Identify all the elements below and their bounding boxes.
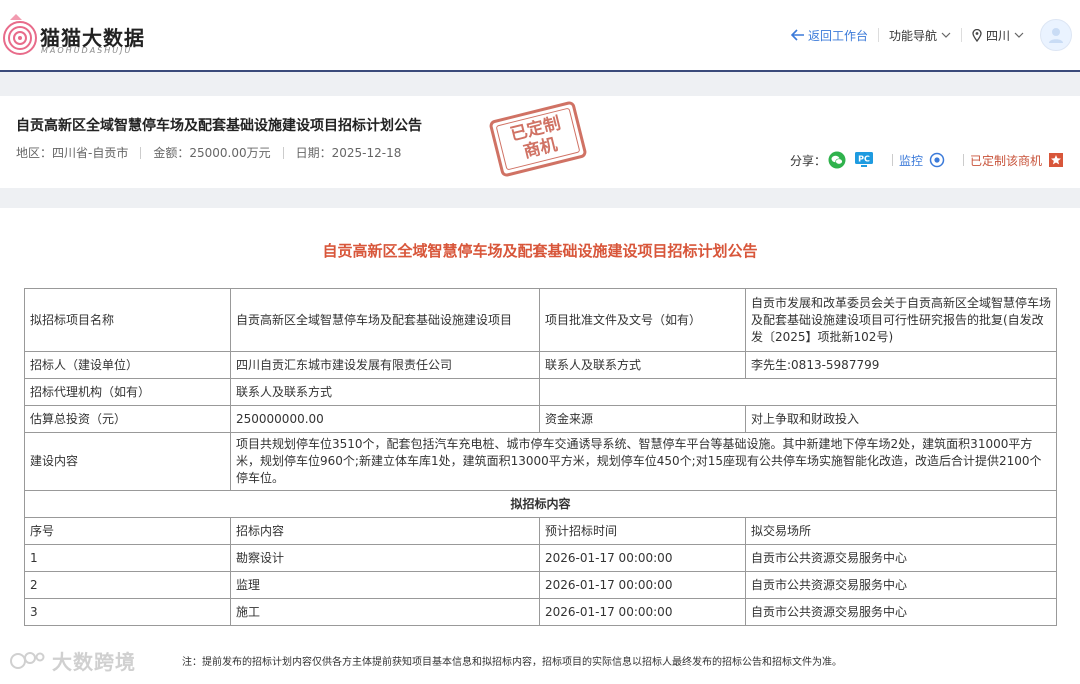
watermark: 大数跨境 <box>10 646 136 675</box>
stamp-line-1: 已定制 <box>508 113 563 146</box>
brand-logo-icon <box>3 14 37 55</box>
meta-divider <box>282 146 284 159</box>
approval-value: 自贡市发展和改革委员会关于自贡高新区全域智慧停车场及配套基础设施建设项目可行性研… <box>745 288 1057 352</box>
meta-divider <box>140 146 142 159</box>
action-divider <box>891 154 893 166</box>
column-header-place: 拟交易场所 <box>745 517 1057 545</box>
table-row: 拟招标项目名称 自贡高新区全域智慧停车场及配套基础设施建设项目 项目批准文件及文… <box>24 288 1057 352</box>
tenderer-label: 招标人（建设单位） <box>24 351 231 379</box>
table-row: 3 施工 2026-01-17 00:00:00 自贡市公共资源交易服务中心 <box>24 598 1057 626</box>
disclaimer-note: 注：提前发布的招标计划内容仅供各方主体提前获知项目基本信息和拟招标内容，招标项目… <box>182 657 842 668</box>
table-header-row: 序号 招标内容 预计招标时间 拟交易场所 <box>24 517 1057 545</box>
chevron-down-icon <box>1014 32 1024 38</box>
column-header-no: 序号 <box>24 517 231 545</box>
item-no: 3 <box>24 598 231 626</box>
back-arrow-icon <box>790 29 804 41</box>
back-to-workbench-link[interactable]: 返回工作台 <box>781 27 878 44</box>
customized-opportunity-label: 已定制该商机 <box>969 153 1042 168</box>
item-content: 监理 <box>230 571 540 599</box>
table-row: 招标人（建设单位） 四川自贡汇东城市建设发展有限责任公司 联系人及联系方式 李先… <box>24 351 1057 379</box>
wechat-share-icon[interactable] <box>828 151 846 169</box>
table-row: 1 勘察设计 2026-01-17 00:00:00 自贡市公共资源交易服务中心 <box>24 544 1057 572</box>
function-nav-label: 功能导航 <box>888 28 937 43</box>
location-pin-icon <box>972 28 982 42</box>
investment-label: 估算总投资（元） <box>24 405 231 433</box>
top-navigation-bar: 猫猫大数据 MAOHUDASHUJU 返回工作台 功能导航 四川 <box>0 0 1080 72</box>
monitor-eye-icon <box>929 152 945 168</box>
column-header-content: 招标内容 <box>230 517 540 545</box>
body-title: 自贡高新区全域智慧停车场及配套基础设施建设项目招标计划公告 <box>322 242 758 260</box>
table-row: 估算总投资（元） 250000000.00 资金来源 对上争取和财政投入 <box>24 405 1057 433</box>
amount-meta: 金额：25000.00万元 <box>153 146 271 160</box>
agency-contact-value <box>539 378 1057 406</box>
tenderer-value: 四川自贡汇东城市建设发展有限责任公司 <box>230 351 540 379</box>
share-label: 分享： <box>789 153 826 168</box>
customized-opportunity-button[interactable]: 已定制该商机 <box>953 152 1064 169</box>
table-row: 拟招标内容 <box>24 490 1057 518</box>
region-selector[interactable]: 四川 <box>962 27 1034 44</box>
item-time: 2026-01-17 00:00:00 <box>539 598 746 626</box>
region-meta: 地区：四川省-自贡市 <box>16 146 129 160</box>
monitor-label: 监控 <box>898 153 923 168</box>
stamp-line-2: 商机 <box>521 134 560 163</box>
agency-label: 招标代理机构（如有） <box>24 378 231 406</box>
project-name-value: 自贡高新区全域智慧停车场及配套基础设施建设项目 <box>230 288 540 352</box>
fund-source-value: 对上争取和财政投入 <box>745 405 1057 433</box>
item-place: 自贡市公共资源交易服务中心 <box>745 598 1057 626</box>
item-time: 2026-01-17 00:00:00 <box>539 571 746 599</box>
item-no: 1 <box>24 544 231 572</box>
fund-source-label: 资金来源 <box>539 405 746 433</box>
customized-stamp: 已定制 商机 <box>488 100 588 178</box>
contact-label: 联系人及联系方式 <box>539 351 746 379</box>
date-meta: 日期：2025-12-18 <box>295 146 402 160</box>
action-divider <box>962 154 964 166</box>
tender-content-section-heading: 拟招标内容 <box>24 490 1057 518</box>
announcement-title: 自贡高新区全域智慧停车场及配套基础设施建设项目招标计划公告 <box>16 118 422 134</box>
back-to-workbench-label: 返回工作台 <box>807 28 868 43</box>
contact-value: 李先生:0813-5987799 <box>745 351 1057 379</box>
project-info-table: 拟招标项目名称 自贡高新区全域智慧停车场及配套基础设施建设项目 项目批准文件及文… <box>24 288 1057 626</box>
chevron-down-icon <box>941 32 951 38</box>
construction-content-label: 建设内容 <box>24 432 231 491</box>
investment-value: 250000000.00 <box>230 405 540 433</box>
item-place: 自贡市公共资源交易服务中心 <box>745 571 1057 599</box>
brand-logo[interactable]: 猫猫大数据 MAOHUDASHUJU <box>0 8 160 64</box>
announcement-meta: 地区：四川省-自贡市 金额：25000.00万元 日期：2025-12-18 <box>16 144 401 161</box>
item-content: 勘察设计 <box>230 544 540 572</box>
monitor-button[interactable]: 监控 <box>882 152 945 169</box>
table-row: 招标代理机构（如有） 联系人及联系方式 <box>24 378 1057 406</box>
watermark-text: 大数跨境 <box>52 650 136 674</box>
region-label: 四川 <box>985 28 1010 43</box>
item-time: 2026-01-17 00:00:00 <box>539 544 746 572</box>
project-name-label: 拟招标项目名称 <box>24 288 231 352</box>
column-header-time: 预计招标时间 <box>539 517 746 545</box>
function-nav-dropdown[interactable]: 功能导航 <box>879 27 961 44</box>
agency-contact-label: 联系人及联系方式 <box>230 378 540 406</box>
item-place: 自贡市公共资源交易服务中心 <box>745 544 1057 572</box>
construction-content-value: 项目共规划停车位3510个，配套包括汽车充电桩、城市停车交通诱导系统、智慧停车平… <box>230 432 1057 491</box>
user-avatar[interactable] <box>1040 19 1072 51</box>
announcement-body-card: 自贡高新区全域智慧停车场及配套基础设施建设项目招标计划公告 拟招标项目名称 自贡… <box>0 208 1080 684</box>
pc-share-icon[interactable]: PC <box>854 151 874 169</box>
approval-label: 项目批准文件及文号（如有） <box>539 288 746 352</box>
table-row: 建设内容 项目共规划停车位3510个，配套包括汽车充电桩、城市停车交通诱导系统、… <box>24 432 1057 491</box>
watermark-logo-icon <box>10 651 45 669</box>
star-badge-icon <box>1049 153 1063 167</box>
brand-name-en: MAOHUDASHUJU <box>41 46 133 55</box>
item-content: 施工 <box>230 598 540 626</box>
item-no: 2 <box>24 571 231 599</box>
table-row: 2 监理 2026-01-17 00:00:00 自贡市公共资源交易服务中心 <box>24 571 1057 599</box>
announcement-actions: 分享： PC 监控 已定制该商机 <box>790 151 1064 169</box>
svg-text:PC: PC <box>858 155 870 164</box>
top-nav-actions: 返回工作台 功能导航 四川 <box>781 0 1080 70</box>
avatar-icon <box>1049 28 1063 43</box>
announcement-header-card: 自贡高新区全域智慧停车场及配套基础设施建设项目招标计划公告 地区：四川省-自贡市… <box>0 96 1080 188</box>
